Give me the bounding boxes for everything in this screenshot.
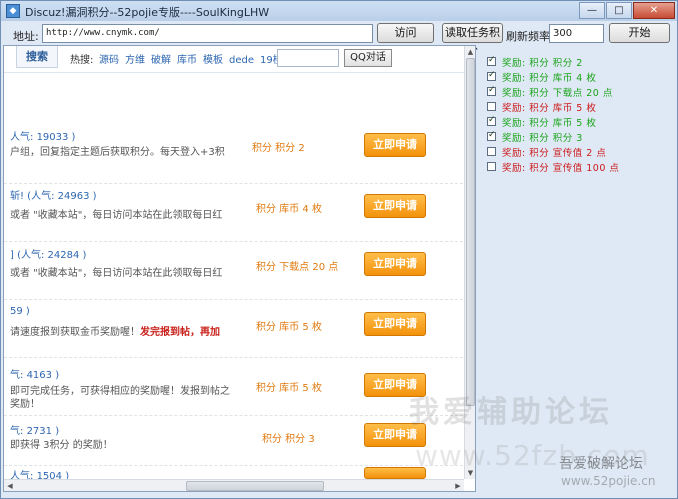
task-reward: 积分 下载点 20 点: [256, 262, 339, 273]
hot-search-label: 热搜:: [70, 55, 94, 66]
window-controls: — □ ✕: [578, 2, 675, 19]
address-input[interactable]: http://www.cnymk.com/: [42, 24, 373, 43]
task-desc: 即可完成任务，可获得相应的奖励喔！发报到帖之: [10, 386, 230, 397]
hot-link[interactable]: dede: [229, 55, 254, 66]
task-reward: 积分 库币 5 枚: [256, 383, 322, 394]
task-reward: 积分 积分 2: [252, 143, 305, 154]
task-title[interactable]: 气: 2731 ): [10, 422, 59, 437]
minimize-button[interactable]: —: [579, 2, 605, 19]
checkbox[interactable]: [487, 147, 496, 156]
hot-link[interactable]: 源码: [99, 55, 119, 66]
hot-search-links: 源码 方维 破解 库币 模板 dede 19楼: [99, 51, 289, 66]
scroll-left-icon[interactable]: ◀: [4, 480, 16, 491]
checkbox[interactable]: [487, 162, 496, 171]
scroll-thumb[interactable]: [466, 58, 475, 406]
task-item[interactable]: 奖励: 积分 宣传值 2 点: [487, 144, 667, 159]
task-desc: 户组，回复指定主题后获取积分。每天登入+3积: [10, 147, 225, 158]
apply-button[interactable]: 立即申请: [364, 252, 426, 276]
task-item[interactable]: 奖励: 积分 宣传值 100 点: [487, 159, 667, 174]
task-checklist: 奖励: 积分 积分 2 奖励: 积分 库币 4 枚 奖励: 积分 下载点 20 …: [487, 54, 667, 174]
task-reward: 积分 库币 5 枚: [256, 322, 322, 333]
maximize-button[interactable]: □: [606, 2, 632, 19]
read-tasks-button[interactable]: 读取任务积分: [442, 23, 503, 57]
task-item[interactable]: 奖励: 积分 库币 4 枚: [487, 69, 667, 84]
task-title[interactable]: 人气: 19033 ): [10, 128, 75, 143]
watermark: 我爱辅助论坛: [409, 395, 613, 430]
task-list: 人气: 19033 ) 户组，回复指定主题后获取积分。每天登入+3积 积分 积分…: [4, 74, 463, 482]
task-reward: 积分 库币 4 枚: [256, 204, 322, 215]
task-desc: 请速度报到获取金币奖励喔！发完报到帖，再加: [10, 327, 220, 338]
app-window: ◆ Discuz!漏洞积分--52pojie专版----SoulKingLHW …: [0, 0, 678, 499]
scroll-up-icon[interactable]: ▲: [465, 46, 475, 58]
refresh-input[interactable]: 300: [549, 24, 604, 43]
task-title[interactable]: ] (人气: 24284 ): [10, 246, 86, 261]
task-title[interactable]: 59 ): [10, 306, 30, 317]
search-tab[interactable]: 搜索: [16, 46, 58, 68]
list-item: 气: 4163 ) 即可完成任务，可获得相应的奖励喔！发报到帖之 奖励！ 积分 …: [4, 358, 463, 416]
task-item[interactable]: 奖励: 积分 库币 5 枚: [487, 114, 667, 129]
task-desc: 或者 "收藏本站"，每日访问本站在此领取每日红: [10, 268, 223, 279]
qq-input[interactable]: [277, 49, 339, 67]
task-item[interactable]: 奖励: 积分 下载点 20 点: [487, 84, 667, 99]
hot-link[interactable]: 模板: [203, 55, 223, 66]
scroll-right-icon[interactable]: ▶: [452, 480, 464, 491]
list-item: 人气: 19033 ) 户组，回复指定主题后获取积分。每天登入+3积 积分 积分…: [4, 126, 463, 184]
hot-link[interactable]: 方维: [125, 55, 145, 66]
task-item[interactable]: 奖励: 积分 库币 5 枚: [487, 99, 667, 114]
apply-button[interactable]: 立即申请: [364, 133, 426, 157]
watermark: www.52pojie.cn: [561, 474, 656, 488]
visit-button[interactable]: 访问: [377, 23, 434, 43]
task-title[interactable]: 气: 4163 ): [10, 366, 59, 381]
horizontal-scrollbar[interactable]: ◀ ▶: [4, 479, 464, 491]
address-label: 地址:: [13, 30, 39, 43]
task-reward: 积分 积分 3: [262, 434, 315, 445]
task-desc: 即获得 3积分 的奖励！: [10, 440, 113, 451]
task-item[interactable]: 奖励: 积分 积分 2: [487, 54, 667, 69]
checkbox[interactable]: [487, 130, 496, 141]
watermark: 吾爱破解论坛: [559, 456, 643, 472]
refresh-label: 刷新频率: [506, 30, 550, 43]
close-button[interactable]: ✕: [633, 2, 675, 19]
hot-link[interactable]: 库币: [177, 55, 197, 66]
window-title: Discuz!漏洞积分--52pojie专版----SoulKingLHW: [25, 6, 270, 19]
start-button[interactable]: 开始: [609, 23, 670, 43]
list-item: ] (人气: 24284 ) 或者 "收藏本站"，每日访问本站在此领取每日红 积…: [4, 242, 463, 300]
web-browser-pane[interactable]: 搜索 热搜: 源码 方维 破解 库币 模板 dede 19楼 QQ对话 人气: 19033 …: [3, 45, 476, 492]
task-title[interactable]: 斩! (人气: 24963 ): [10, 187, 97, 202]
task-desc: 或者 "收藏本站"，每日访问本站在此领取每日红: [10, 210, 223, 221]
checkbox[interactable]: [487, 70, 496, 81]
title-bar: ◆ Discuz!漏洞积分--52pojie专版----SoulKingLHW …: [1, 1, 677, 21]
list-item: 斩! (人气: 24963 ) 或者 "收藏本站"，每日访问本站在此领取每日红 …: [4, 184, 463, 242]
app-icon: ◆: [6, 4, 20, 18]
checkbox[interactable]: [487, 55, 496, 66]
checkbox[interactable]: [487, 102, 496, 111]
scroll-thumb[interactable]: [186, 481, 324, 491]
list-item: 人气: 1504 ): [4, 466, 463, 482]
site-search-bar: 搜索 热搜: 源码 方维 破解 库币 模板 dede 19楼 QQ对话: [4, 46, 464, 73]
list-item: 59 ) 请速度报到获取金币奖励喔！发完报到帖，再加 积分 库币 5 枚 立即申…: [4, 300, 463, 358]
toolbar: 地址: http://www.cnymk.com/ 访问 读取任务积分 刷新频率…: [1, 21, 677, 57]
hot-link[interactable]: 破解: [151, 55, 171, 66]
task-item[interactable]: 奖励: 积分 积分 3: [487, 129, 667, 144]
list-item: 气: 2731 ) 即获得 3积分 的奖励！ 积分 积分 3 立即申请: [4, 416, 463, 466]
qq-chat-button[interactable]: QQ对话: [344, 49, 392, 67]
checkbox[interactable]: [487, 85, 496, 96]
apply-button[interactable]: 立即申请: [364, 194, 426, 218]
task-desc-line2: 奖励！: [10, 399, 40, 410]
checkbox[interactable]: [487, 115, 496, 126]
apply-button[interactable]: 立即申请: [364, 312, 426, 336]
